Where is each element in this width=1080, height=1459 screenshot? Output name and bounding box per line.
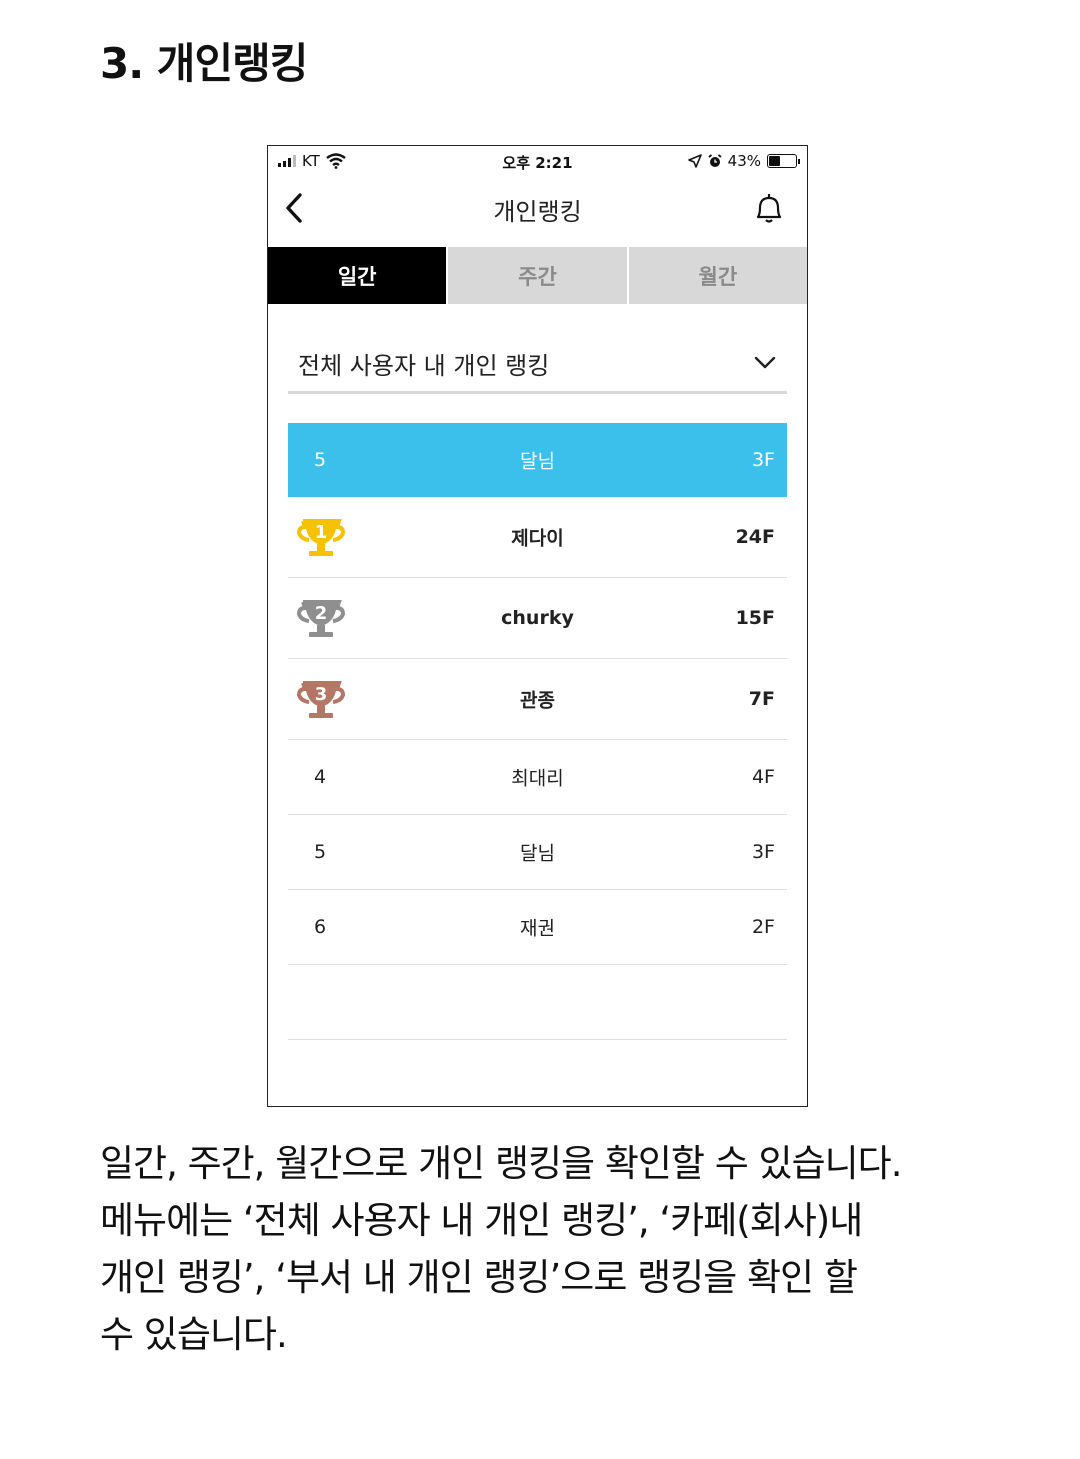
rank-row: 5 달님 3F xyxy=(288,815,787,890)
user-name: 재권 xyxy=(520,917,555,940)
floor-count: 2F xyxy=(751,916,775,938)
user-name: 최대리 xyxy=(511,767,564,790)
nav-title: 개인랭킹 xyxy=(493,198,582,226)
battery-icon xyxy=(767,154,800,168)
my-rank-row: 5 달님 3F xyxy=(288,423,787,497)
tab-monthly[interactable]: 월간 xyxy=(628,247,807,304)
floor-count: 3F xyxy=(751,841,775,863)
floor-count: 15F xyxy=(735,607,775,629)
status-bar: KT 오후 2:21 43% xyxy=(268,146,807,176)
rank-row: 6 재권 2F xyxy=(288,890,787,965)
battery-percent: 43% xyxy=(727,152,761,170)
user-name: 제다이 xyxy=(511,527,564,550)
ranking-scope-selected: 전체 사용자 내 개인 랭킹 xyxy=(298,352,550,380)
bell-icon xyxy=(756,194,782,223)
description-line: 개인 랭킹’, ‘부서 내 개인 랭킹’으로 랭킹을 확인 할 xyxy=(100,1256,858,1299)
notification-button[interactable] xyxy=(749,188,789,228)
podium-row-3: 3 관종 7F xyxy=(288,659,787,740)
description-text: 일간, 주간, 월간으로 개인 랭킹을 확인할 수 있습니다. 메뉴에는 ‘전체… xyxy=(100,1135,1000,1363)
alarm-icon xyxy=(708,154,722,167)
ranking-list: 5 달님 3F 1 제다이 24F 2 churky 15F 3 관종 7F 4… xyxy=(288,423,787,1040)
user-name: 달님 xyxy=(520,842,555,865)
tab-weekly[interactable]: 주간 xyxy=(448,247,627,304)
user-name: 달님 xyxy=(520,450,555,473)
user-name: 관종 xyxy=(520,689,555,712)
floor-count: 4F xyxy=(751,766,775,788)
description-line: 수 있습니다. xyxy=(100,1313,288,1356)
floor-count: 24F xyxy=(735,526,775,548)
podium-row-1: 1 제다이 24F xyxy=(288,497,787,578)
description-line: 메뉴에는 ‘전체 사용자 내 개인 랭킹’, ‘카페(회사)내 xyxy=(100,1199,863,1242)
floor-count: 3F xyxy=(751,449,775,471)
phone-screenshot: KT 오후 2:21 43% 개인랭킹 일간 주간 월간 전체 사용자 내 개인… xyxy=(267,145,808,1107)
tab-daily[interactable]: 일간 xyxy=(268,247,447,304)
chevron-down-icon xyxy=(754,356,776,369)
document-title: 3. 개인랭킹 xyxy=(100,39,308,88)
ranking-scope-dropdown[interactable]: 전체 사용자 내 개인 랭킹 xyxy=(288,336,787,394)
period-tabs: 일간 주간 월간 xyxy=(268,247,807,304)
rank-row: 4 최대리 4F xyxy=(288,740,787,815)
empty-row xyxy=(288,965,787,1040)
floor-count: 7F xyxy=(748,688,775,710)
nav-bar: 개인랭킹 xyxy=(268,178,807,244)
user-name: churky xyxy=(501,607,574,629)
description-line: 일간, 주간, 월간으로 개인 랭킹을 확인할 수 있습니다. xyxy=(100,1142,902,1185)
location-arrow-icon xyxy=(687,154,702,168)
status-right: 43% xyxy=(687,152,800,170)
podium-row-2: 2 churky 15F xyxy=(288,578,787,659)
